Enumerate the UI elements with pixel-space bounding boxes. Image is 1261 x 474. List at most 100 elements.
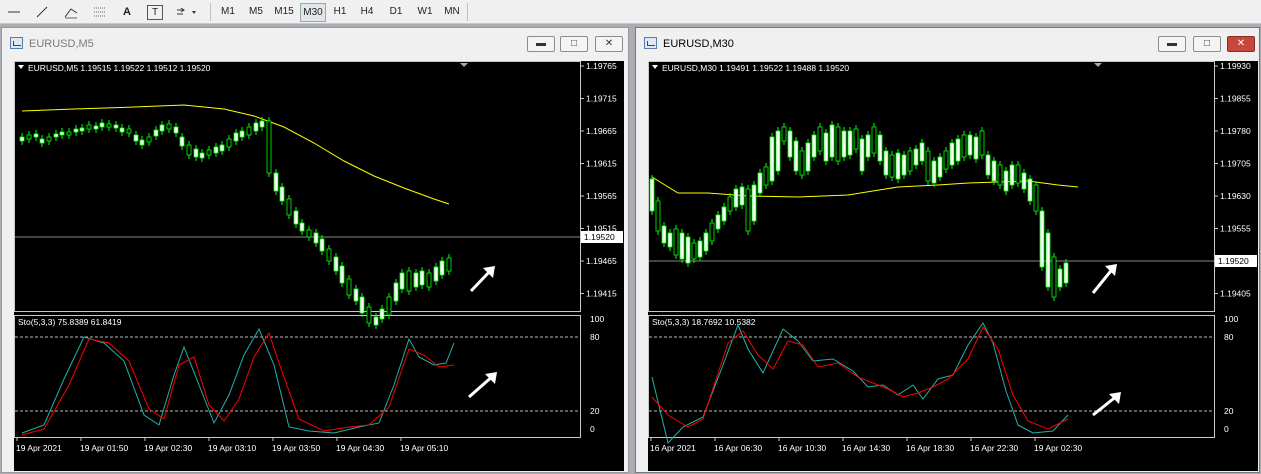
candle-body <box>937 156 943 178</box>
trendline-tool-icon[interactable] <box>34 3 50 20</box>
candle-body <box>895 152 901 180</box>
candle-body <box>943 150 949 170</box>
candle-body <box>306 229 312 238</box>
moving-average-line <box>21 104 450 205</box>
candle-body <box>379 308 385 320</box>
candle-body <box>961 134 967 158</box>
timeframe-d1-button[interactable]: D1 <box>386 3 406 20</box>
oscillator-scale-label: 80 <box>1224 332 1234 342</box>
fibonacci-tool-icon[interactable] <box>62 3 80 20</box>
candle-body <box>769 136 775 182</box>
chart-window-icon <box>644 37 657 49</box>
candle-body <box>273 172 279 192</box>
candle-body <box>925 150 931 182</box>
candle-body <box>446 257 452 272</box>
price-chart-svg[interactable]: EURUSD,M5 1.19515 1.19522 1.19512 1.1952… <box>14 61 624 471</box>
candle-body <box>919 142 925 162</box>
stochastic-signal-line <box>651 325 1069 430</box>
oscillator-scale-label: 100 <box>1224 314 1238 324</box>
candle-body <box>1033 184 1039 212</box>
chart-shift-marker-icon <box>1094 63 1102 67</box>
candle-body <box>246 126 252 136</box>
text-label-tool-button[interactable]: T <box>147 5 163 20</box>
chart-info-text: EURUSD,M5 1.19515 1.19522 1.19512 1.1952… <box>28 63 211 73</box>
candle-body <box>93 125 99 130</box>
chart-area[interactable]: EURUSD,M30 1.19491 1.19522 1.19488 1.195… <box>648 61 1258 471</box>
candle-body <box>386 296 392 316</box>
candle-body <box>319 238 325 252</box>
candle-body <box>393 282 399 302</box>
chart-window-eurusd-m30[interactable]: EURUSD,M30 ▬ □ ✕ EURUSD,M30 1.19491 1.19… <box>635 27 1260 473</box>
timeframe-h1-button[interactable]: H1 <box>330 3 350 20</box>
candle-body <box>739 186 745 206</box>
candle-body <box>757 172 763 194</box>
maximize-button[interactable]: □ <box>560 36 588 52</box>
time-axis-label: 19 Apr 02:30 <box>144 443 192 453</box>
candle-body <box>655 200 661 232</box>
window-title-bar[interactable]: EURUSD,M5 ▬ □ ✕ <box>2 28 628 58</box>
candle-body <box>266 120 272 174</box>
candle-body <box>339 265 345 284</box>
maximize-button[interactable]: □ <box>1193 36 1221 52</box>
candle-body <box>119 127 125 133</box>
price-scale-label: 1.19565 <box>586 191 617 201</box>
candle-body <box>907 150 913 172</box>
candle-body <box>997 164 1003 186</box>
candle-body <box>213 146 219 154</box>
timeframe-m30-button[interactable]: M30 <box>300 3 326 22</box>
candle-body <box>805 142 811 172</box>
candle-body <box>829 124 835 158</box>
candle-body <box>286 198 292 216</box>
candle-body <box>697 240 703 258</box>
time-axis-label: 19 Apr 05:10 <box>400 443 448 453</box>
timeframe-m5-button[interactable]: M5 <box>245 3 267 20</box>
candle-body <box>66 131 72 136</box>
candle-body <box>153 129 159 137</box>
candle-body <box>799 150 805 176</box>
candle-body <box>133 134 139 142</box>
close-button[interactable]: ✕ <box>595 36 623 52</box>
candle-body <box>193 148 199 158</box>
cursor-line-icon[interactable] <box>6 3 22 20</box>
candle-body <box>239 130 245 138</box>
timeframe-m1-button[interactable]: M1 <box>217 3 239 20</box>
time-axis-label: 16 Apr 14:30 <box>842 443 890 453</box>
timeframe-w1-button[interactable]: W1 <box>414 3 436 20</box>
window-title-bar[interactable]: EURUSD,M30 ▬ □ ✕ <box>636 28 1259 58</box>
candle-body <box>279 186 285 202</box>
arrows-dropdown-icon[interactable] <box>174 3 200 20</box>
timeframe-h4-button[interactable]: H4 <box>357 3 377 20</box>
minimize-button[interactable]: ▬ <box>1158 36 1186 52</box>
text-tool-button[interactable]: A <box>120 3 134 20</box>
minimize-button[interactable]: ▬ <box>527 36 555 52</box>
candle-body <box>1051 256 1057 298</box>
candle-body <box>679 232 685 260</box>
channel-tool-icon[interactable] <box>92 3 108 20</box>
price-chart-svg[interactable]: EURUSD,M30 1.19491 1.19522 1.19488 1.195… <box>648 61 1258 471</box>
close-button[interactable]: ✕ <box>1227 36 1255 52</box>
candle-body <box>79 127 85 132</box>
candle-body <box>373 316 379 326</box>
candle-body <box>333 256 339 272</box>
candle-body <box>259 120 265 128</box>
timeframe-mn-button[interactable]: MN <box>441 3 463 20</box>
candle-body <box>763 166 769 186</box>
chart-window-eurusd-m5[interactable]: EURUSD,M5 ▬ □ ✕ EURUSD,M5 1.19515 1.1952… <box>1 27 629 473</box>
current-price-label: 1.19520 <box>1218 256 1249 266</box>
candle-body <box>413 272 419 288</box>
candle-body <box>781 126 787 142</box>
candle-body <box>126 128 132 134</box>
candle-body <box>326 248 332 262</box>
time-axis-label: 16 Apr 10:30 <box>778 443 826 453</box>
price-scale-label: 1.19615 <box>586 159 617 169</box>
main-chart-border <box>648 61 1215 312</box>
chart-area[interactable]: EURUSD,M5 1.19515 1.19522 1.19512 1.1952… <box>14 61 624 471</box>
candle-body <box>949 142 955 166</box>
candle-body <box>649 178 655 212</box>
candle-body <box>745 188 751 232</box>
oscillator-scale-label: 0 <box>1224 424 1229 434</box>
candle-body <box>871 126 877 154</box>
candle-body <box>99 122 105 128</box>
timeframe-m15-button[interactable]: M15 <box>272 3 296 20</box>
candle-body <box>186 144 192 156</box>
